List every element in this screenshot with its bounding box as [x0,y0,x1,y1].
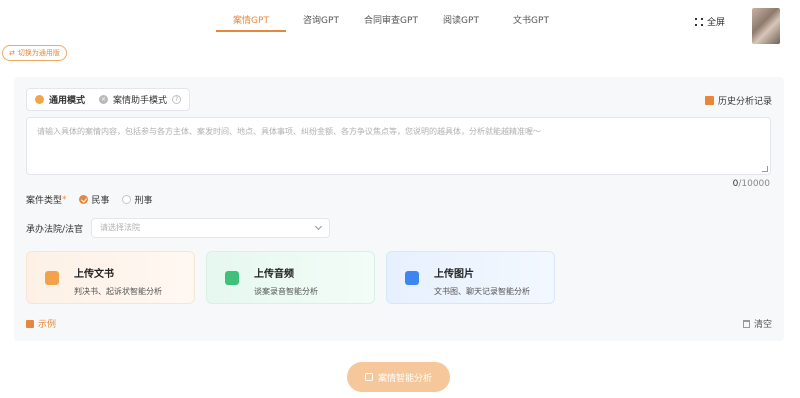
history-label: 历史分析记录 [717,97,772,107]
card-title: 上传文书 [74,269,114,280]
history-button[interactable]: 历史分析记录 [704,94,772,107]
example-button[interactable]: 示例 [26,317,56,330]
analyze-label: 案情智能分析 [377,373,432,384]
help-icon[interactable]: ? [172,95,182,104]
radio-criminal[interactable]: 刑事 [121,193,153,206]
upload-cards: 上传文书 判决书、起诉状智能分析 上传音频 谈案录音智能分析 上传图片 文书图、… [26,251,555,304]
document-upload-icon [45,271,59,285]
upload-audio-card[interactable]: 上传音频 谈案录音智能分析 [206,251,375,304]
tab-document-gpt[interactable]: 文书GPT [496,0,566,32]
example-label: 示例 [38,320,57,330]
tab-contract-review-gpt[interactable]: 合同审查GPT [356,0,426,32]
mode-general-label: 通用模式 [49,96,86,106]
analyze-button[interactable]: 案情智能分析 [347,362,450,392]
card-title: 上传图片 [434,269,474,280]
court-field: 承办法院/法官 请选择法院 [26,218,331,238]
general-mode-icon [35,95,44,104]
history-icon [704,96,714,105]
card-subtitle: 谈案录音智能分析 [254,287,318,296]
fullscreen-button[interactable]: 全屏 [695,15,725,28]
fullscreen-label: 全屏 [707,18,726,28]
tab-consult-gpt[interactable]: 咨询GPT [286,0,356,32]
radio-civil[interactable]: 民事 [78,193,110,206]
analysis-panel: 通用模式 × 案情助手模式 ? 历史分析记录 请输入具体的案情内容，包括参与各方… [14,77,784,341]
switch-version-label: 切换为通用版 [17,49,60,57]
mode-assistant[interactable]: × 案情助手模式 ? [99,93,182,106]
assistant-mode-icon: × [99,95,109,104]
case-input-placeholder: 请输入具体的案情内容，包括参与各方主体、案发时间、地点、具体事项、纠纷金额、各方… [37,127,541,136]
tab-reading-gpt[interactable]: 阅读GPT [426,0,496,32]
radio-checked-icon [78,195,88,204]
char-counter: 0/10000 [733,179,770,189]
mode-selector: 通用模式 × 案情助手模式 ? [26,88,191,111]
card-subtitle: 判决书、起诉状智能分析 [74,287,162,296]
card-title: 上传音频 [254,269,294,280]
court-select[interactable]: 请选择法院 [91,218,331,238]
radio-unchecked-icon [121,195,131,204]
switch-version-button[interactable]: ⇄ 切换为通用版 [2,45,67,61]
resize-handle-icon[interactable] [762,166,768,172]
tab-case-gpt[interactable]: 案情GPT [216,0,286,32]
robot-icon [364,373,373,381]
gpt-tabs: 案情GPT 咨询GPT 合同审查GPT 阅读GPT 文书GPT [216,0,566,36]
case-type-field: 案件类型 * 民事 刑事 [26,193,153,207]
mode-assistant-label: 案情助手模式 [113,96,168,106]
char-max: /10000 [738,179,770,189]
case-input[interactable]: 请输入具体的案情内容，包括参与各方主体、案发时间、地点、具体事项、纠纷金额、各方… [26,117,771,175]
case-type-label: 案件类型 [26,196,63,206]
upload-document-card[interactable]: 上传文书 判决书、起诉状智能分析 [26,251,195,304]
clear-button[interactable]: 清空 [742,317,772,330]
court-select-placeholder: 请选择法院 [100,223,141,232]
top-nav: 案情GPT 咨询GPT 合同审查GPT 阅读GPT 文书GPT 全屏 [0,0,800,44]
image-upload-icon [405,271,419,285]
radio-criminal-label: 刑事 [134,196,153,206]
radio-civil-label: 民事 [91,196,110,206]
required-mark: * [62,194,67,205]
upload-image-card[interactable]: 上传图片 文书图、聊天记录智能分析 [386,251,555,304]
audio-upload-icon [225,271,239,285]
example-icon [26,319,34,328]
card-subtitle: 文书图、聊天记录智能分析 [434,287,530,296]
swap-icon: ⇄ [9,49,15,57]
fullscreen-icon [695,17,703,26]
trash-icon [742,319,750,328]
mode-general[interactable]: 通用模式 [35,93,85,106]
chevron-down-icon [315,222,323,231]
court-label: 承办法院/法官 [26,224,84,235]
clear-label: 清空 [753,320,772,330]
avatar[interactable] [752,8,780,44]
